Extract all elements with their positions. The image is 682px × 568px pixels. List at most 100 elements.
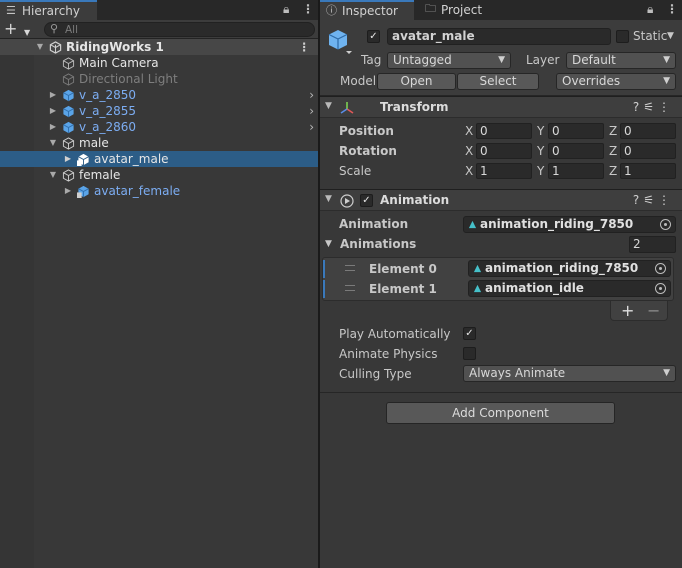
object-picker-icon[interactable] [660,219,671,230]
layer-dropdown[interactable]: Default ▼ [566,52,676,69]
chevron-right-icon[interactable]: › [309,103,314,119]
rotation-z-field[interactable]: 0 [620,143,676,159]
lock-icon[interactable]: 🔒︎ [283,2,289,17]
drag-handle-icon[interactable] [345,285,355,291]
lock-icon[interactable]: 🔒︎ [647,2,653,17]
position-x-field[interactable]: 0 [476,123,532,139]
fold-arrow-icon[interactable]: ▼ [325,236,332,252]
list-footer-buttons: + − [610,301,668,321]
object-picker-icon[interactable] [655,263,666,274]
tree-item-v-a-2860[interactable]: ▶ v_a_2860 › [0,119,318,135]
model-prefab-icon [77,185,89,198]
tag-dropdown[interactable]: Untagged ▼ [387,52,511,69]
component-header-icons[interactable]: ?⚟⋮ [633,100,674,114]
add-component-button[interactable]: Add Component [386,402,615,424]
play-automatically-checkbox[interactable]: ✓ [463,327,476,340]
rotation-x-field[interactable]: 0 [476,143,532,159]
expand-arrow-icon[interactable]: ▶ [48,103,58,119]
expand-arrow-icon[interactable]: ▶ [63,183,73,199]
prefab-icon [63,89,74,102]
culling-type-label: Culling Type [339,367,412,381]
element-selection-bar [323,260,325,278]
tree-item-male[interactable]: ▼ male [0,135,318,151]
tab-project[interactable]: 🗀︎ Project [419,0,499,20]
expand-arrow-icon[interactable]: ▶ [48,119,58,135]
expand-arrow-icon[interactable]: ▶ [63,151,73,167]
axis-x-label: X [465,164,474,178]
create-button[interactable]: + ▼ [4,21,34,38]
expand-arrow-icon[interactable]: ▶ [48,87,58,103]
animations-label: Animations [340,237,417,251]
chevron-right-icon[interactable]: › [309,119,314,135]
animation-header[interactable]: ▼ ✓ Animation ?⚟⋮ [320,189,682,211]
animation-clip-field[interactable]: animation_riding_7850 [463,216,676,233]
add-element-button[interactable]: + [621,301,634,321]
tree-item-v-a-2850[interactable]: ▶ v_a_2850 › [0,87,318,103]
animation-enabled-checkbox[interactable]: ✓ [360,194,373,207]
scene-row[interactable]: ▼ RidingWorks 1 ⋮ [0,39,318,55]
unity-scene-icon [49,41,62,54]
tab-hierarchy[interactable]: ☰ Hierarchy [0,0,97,20]
static-dropdown-icon[interactable]: ▼ [667,28,674,44]
transform-header[interactable]: ▼ Transform ?⚟⋮ [320,96,682,118]
tag-value: Untagged [393,53,452,67]
tab-inspector[interactable]: ⓘ Inspector [320,0,414,20]
axis-y-label: Y [537,164,545,178]
animation-title: Animation [380,193,450,207]
scale-y-field[interactable]: 1 [548,163,604,179]
fold-arrow-icon[interactable]: ▼ [325,194,332,204]
tab-menu-icon[interactable]: ⋮ [666,2,678,16]
animate-physics-checkbox[interactable] [463,347,476,360]
select-button[interactable]: Select [457,73,539,90]
object-name-field[interactable]: avatar_male [387,28,611,45]
tree-item-v-a-2855[interactable]: ▶ v_a_2855 › [0,103,318,119]
animations-list: Element 0 animation_riding_7850 Element … [322,257,674,301]
element-1-label: Element 1 [369,282,437,296]
tree-item-main-camera[interactable]: Main Camera [0,55,318,71]
search-field[interactable]: ⚲ All [44,22,315,37]
tab-menu-icon[interactable]: ⋮ [302,2,314,16]
rotation-y-field[interactable]: 0 [548,143,604,159]
tree-item-avatar-male[interactable]: ▶ avatar_male [0,151,318,167]
drag-handle-icon[interactable] [345,265,355,271]
fold-arrow-icon[interactable]: ▼ [325,101,332,111]
remove-element-button[interactable]: − [647,301,660,321]
position-y-field[interactable]: 0 [548,123,604,139]
culling-type-dropdown[interactable]: Always Animate ▼ [463,365,676,382]
overrides-dropdown[interactable]: Overrides ▼ [556,73,676,90]
collapse-arrow-icon[interactable]: ▼ [48,167,58,183]
axis-z-label: Z [609,144,618,158]
layer-label: Layer [526,53,560,67]
tag-label: Tag [361,53,382,67]
tree-item-avatar-female[interactable]: ▶ avatar_female [0,183,318,199]
tree-item-directional-light[interactable]: Directional Light [0,71,318,87]
chevron-down-icon: ▼ [663,55,670,65]
animation-component-icon [340,194,354,208]
scene-menu-icon[interactable]: ⋮ [299,39,311,55]
static-checkbox[interactable] [616,30,629,43]
tree-item-female[interactable]: ▼ female [0,167,318,183]
tree-item-label: avatar_female [94,184,181,198]
chevron-right-icon[interactable]: › [309,87,314,103]
component-header-icons[interactable]: ?⚟⋮ [633,193,674,207]
element-1-field[interactable]: animation_idle [468,280,671,297]
position-z-field[interactable]: 0 [620,123,676,139]
animations-size-field[interactable]: 2 [629,236,676,253]
active-checkbox[interactable]: ✓ [367,30,380,43]
gameobject-icon [62,73,75,86]
axis-y-label: Y [537,144,545,158]
gameobject-icon [62,137,75,150]
chevron-down-icon: ▼ [663,76,670,86]
expand-arrow-icon[interactable]: ▼ [35,39,45,55]
prefab-cube-icon[interactable] [327,28,353,56]
search-input[interactable]: All [65,23,78,37]
prefab-icon [63,105,74,118]
collapse-arrow-icon[interactable]: ▼ [48,135,58,151]
scale-x-field[interactable]: 1 [476,163,532,179]
scale-z-field[interactable]: 1 [620,163,676,179]
animation-field-label: Animation [339,217,409,231]
element-0-field[interactable]: animation_riding_7850 [468,260,671,277]
object-picker-icon[interactable] [655,283,666,294]
open-button[interactable]: Open [377,73,456,90]
animation-clip-value: animation_riding_7850 [480,217,634,231]
